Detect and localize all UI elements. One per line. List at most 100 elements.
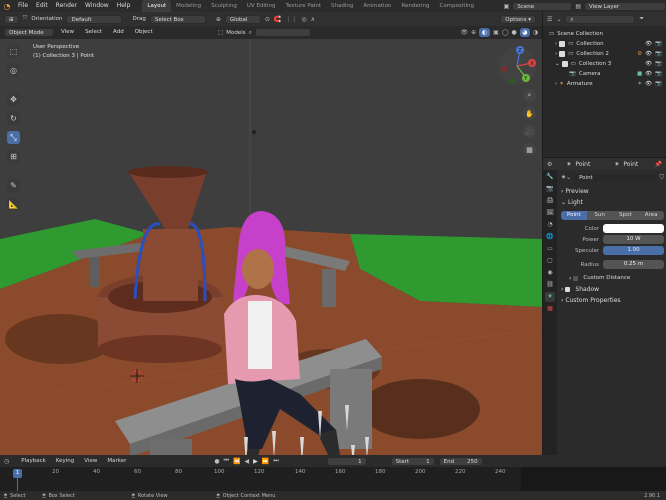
workspace-tab-compositing[interactable]: Compositing [435,0,479,12]
custom-distance-panel-header[interactable]: › Custom Distance [561,273,664,284]
visibility-eye-icon[interactable]: 👁 [645,79,652,89]
jump-end-icon[interactable]: ⏭ [273,457,278,465]
pivot-icon[interactable]: ⊙ [265,16,270,23]
outliner-item-collection[interactable]: › ▭ Collection 👁 📷 [549,39,666,49]
zoom-icon[interactable]: ⌕ [523,89,536,102]
scene-tab-icon[interactable]: ◔ [545,220,555,230]
color-swatch[interactable] [603,224,664,233]
mode-dropdown[interactable]: Object Mode [4,28,54,37]
power-field[interactable]: 10 W [603,235,664,244]
viewport-menu-add[interactable]: Add [109,26,128,39]
viewport-search-input[interactable] [255,28,312,37]
timeline-menu-marker[interactable]: Marker [107,458,126,464]
workspace-tab-shading[interactable]: Shading [326,0,358,12]
rotate-tool-icon[interactable]: ↻ [7,112,20,125]
shading-material-icon[interactable]: ◕ [519,28,530,37]
render-camera-icon[interactable]: 📷 [655,59,662,69]
transform-orientation-dropdown[interactable]: Global [224,14,261,24]
drag-dropdown[interactable]: Select Box [149,14,206,24]
tool-tab-icon[interactable]: 🔧 [545,172,555,182]
viewport-menu-object[interactable]: Object [131,26,157,39]
menu-render[interactable]: Render [52,0,81,12]
falloff-icon[interactable]: ∧ [311,16,315,23]
playhead[interactable]: 1 [13,469,22,478]
annotate-tool-icon[interactable]: ✎ [7,179,20,192]
timeline-menu-view[interactable]: View [84,458,97,464]
record-icon[interactable]: ● [214,458,219,465]
view-layer-tab-icon[interactable]: 🖼 [545,208,555,218]
pan-hand-icon[interactable]: ✋ [523,107,536,120]
output-tab-icon[interactable]: 🖨 [545,196,555,206]
render-camera-icon[interactable]: 📷 [655,39,662,49]
visibility-eye-icon[interactable]: 👁 [645,49,652,59]
camera-view-icon[interactable]: 🎥 [523,125,536,138]
outliner-search-input[interactable]: ⌕ [565,14,636,24]
xray-icon[interactable]: ▣ [493,29,499,36]
options-dropdown[interactable]: Options ▾ [500,14,536,24]
light-type-point[interactable]: Point [561,210,587,220]
visibility-eye-icon[interactable]: 👁 [645,39,652,49]
next-keyframe-icon[interactable]: ⏩ [262,458,269,465]
visibility-eye-icon[interactable]: 👁 [645,69,652,79]
current-frame-field[interactable]: 1 [326,456,367,466]
fake-user-shield-icon[interactable]: ⛉ [659,174,664,182]
shading-wireframe-icon[interactable]: ◯ [502,29,509,36]
physics-tab-icon[interactable]: ◉ [545,268,555,278]
models-label[interactable]: Models [226,30,245,36]
prev-keyframe-icon[interactable]: ⏪ [233,458,240,465]
timeline-menu-playback[interactable]: Playback [21,458,46,464]
light-type-area[interactable]: Area [638,210,664,220]
search-icon[interactable]: ⌕ [249,29,252,37]
properties-editor-icon[interactable]: ⚙ [547,161,552,168]
render-tab-icon[interactable]: 📷 [545,184,555,194]
shading-rendered-icon[interactable]: ◑ [533,29,538,36]
snap-icon[interactable]: 🧲 [274,16,281,23]
menu-file[interactable]: File [14,0,32,12]
transform-tool-icon[interactable]: ⊞ [7,150,20,163]
workspace-tab-layout[interactable]: Layout [142,0,172,12]
view-layer-icon[interactable]: ▤ [575,3,581,10]
datablock-name-field[interactable]: Point [574,173,657,182]
outliner-item-armature[interactable]: › ✦ Armature ✶ 👁 📷 [549,79,666,89]
timeline-menu-keying[interactable]: Keying [56,458,74,464]
menu-help[interactable]: Help [113,0,135,12]
collection-3-checkbox[interactable] [561,61,568,67]
perspective-toggle-icon[interactable]: ▦ [523,143,536,156]
light-type-spot[interactable]: Spot [612,210,639,220]
render-camera-icon[interactable]: 📷 [655,49,662,59]
measure-tool-icon[interactable]: 📐 [7,198,20,211]
gizmo-toggle-icon[interactable]: ⊕ [471,29,476,36]
preview-panel-header[interactable]: › Preview [561,186,664,197]
outliner-scene-collection[interactable]: ▭ Scene Collection [549,29,666,39]
workspace-tab-uv-editing[interactable]: UV Editing [242,0,281,12]
render-camera-icon[interactable]: 📷 [655,69,662,79]
pin-icon[interactable]: 📌 [655,161,662,168]
3d-viewport[interactable]: User Perspective (1) Collection 3 | Poin… [0,39,542,455]
proportional-edit-icon[interactable]: ◎ [301,16,306,23]
timeline-ruler[interactable]: 1 20 40 60 80 100 120 140 160 180 200 22… [0,467,666,491]
workspace-tab-rendering[interactable]: Rendering [396,0,434,12]
datablock-browse-icon[interactable]: ✷⌄ [561,174,571,181]
cursor-tool-icon[interactable]: ◎ [7,64,20,77]
overlay-toggle-icon[interactable]: ◐ [479,28,491,37]
end-frame-field[interactable]: End 250 [438,456,483,466]
shadow-panel-header[interactable]: › Shadow [561,284,664,295]
collection-checkbox[interactable] [559,41,566,47]
collection-2-checkbox[interactable] [559,51,566,57]
viewport-menu-select[interactable]: Select [81,26,106,39]
play-icon[interactable]: ▶ [253,458,258,465]
scene-icon[interactable]: ▣ [504,3,510,10]
texture-tab-icon[interactable]: ▦ [545,304,555,314]
editor-type-button[interactable]: ⊞ [4,14,19,24]
outliner-filter-icon[interactable]: ⌄ [556,16,561,23]
outliner-item-collection-2[interactable]: › ▭ Collection 2 ⚙ 👁 📷 [549,49,666,59]
start-frame-field[interactable]: Start 1 [390,456,435,466]
collection-tab-icon[interactable]: ▭ [545,244,555,254]
visibility-eye-icon[interactable]: 👁 [645,59,652,69]
collection-filter-icon[interactable]: ⬚ [218,29,224,36]
render-camera-icon[interactable]: 📷 [655,79,662,89]
shading-solid-icon[interactable]: ● [512,29,517,36]
workspace-tab-modeling[interactable]: Modeling [171,0,206,12]
shadow-checkbox[interactable] [565,287,571,292]
blender-logo-icon[interactable]: ◔ [0,2,14,11]
